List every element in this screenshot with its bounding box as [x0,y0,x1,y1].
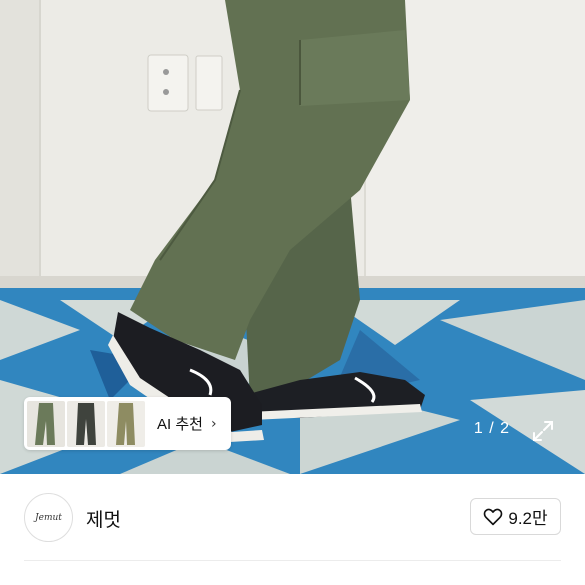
gallery-page-counter: 1 / 2 [473,420,511,437]
chevron-right-icon: › [210,415,217,432]
seller-avatar[interactable]: Jemut [24,493,73,542]
recommend-thumbnail [67,400,105,447]
ai-recommend-button[interactable]: AI 추천 › [24,397,231,450]
seller-name[interactable]: 제멋 [86,505,121,532]
like-button[interactable]: 9.2만 [470,498,561,535]
avatar-logo-text: Jemut [35,512,62,523]
divider [24,560,561,561]
heart-outline-icon [484,508,503,525]
recommend-thumbnail [107,400,145,447]
like-count: 9.2만 [508,509,548,528]
product-image-gallery[interactable]: AI 추천 › 1 / 2 [0,0,585,474]
expand-icon[interactable] [530,418,556,444]
seller-info-row: Jemut 제멋 9.2만 [0,474,585,585]
recommend-thumbnail [27,400,65,447]
ai-recommend-label: AI 추천 [157,416,203,433]
